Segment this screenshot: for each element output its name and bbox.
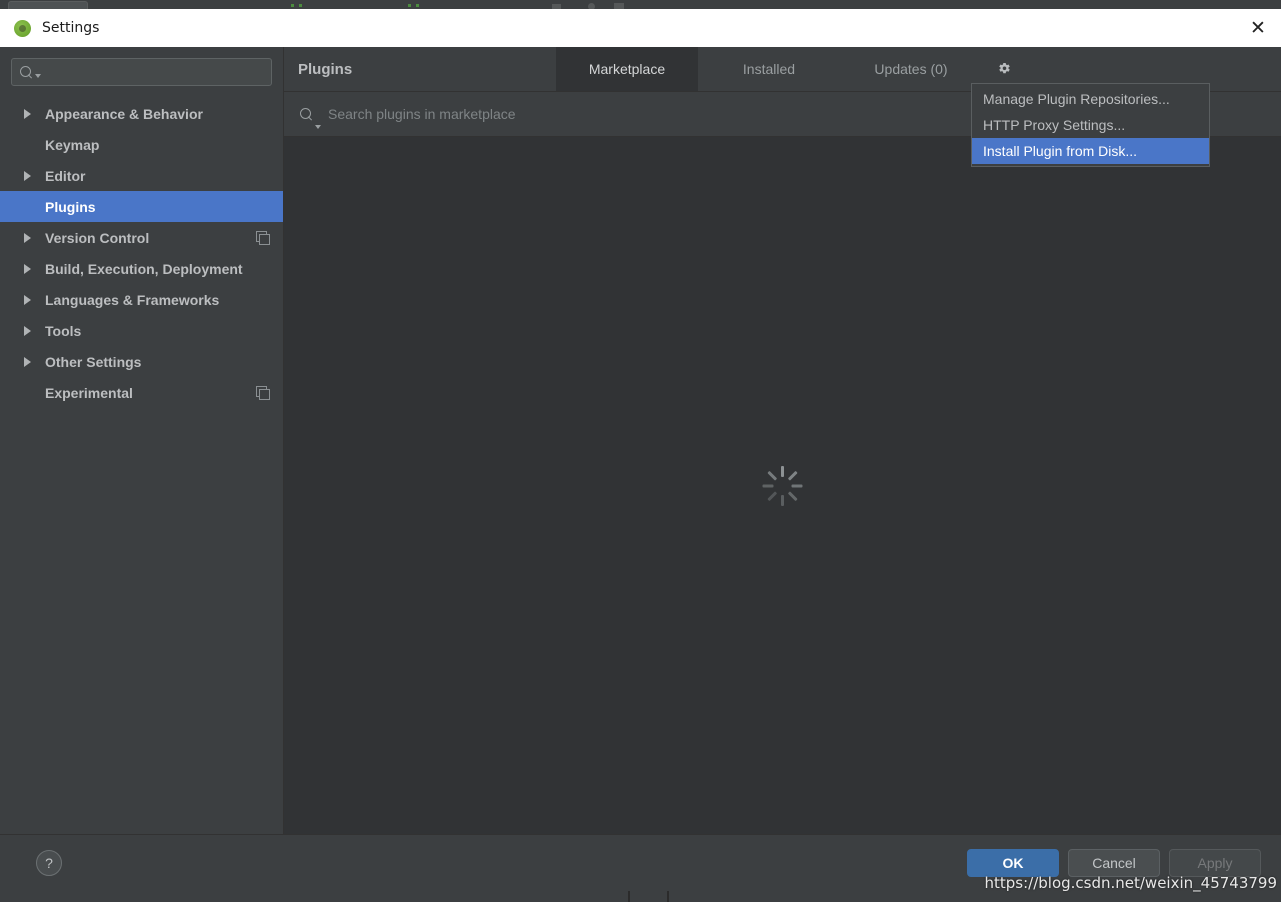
sidebar-item-label: Appearance & Behavior — [45, 105, 203, 122]
settings-tree: Appearance & Behavior Keymap Editor Plugins… — [0, 94, 283, 834]
expand-arrow-icon[interactable] — [24, 294, 31, 305]
tabs-container: Marketplace Installed Updates (0) — [556, 47, 982, 91]
help-button[interactable]: ? — [36, 850, 62, 876]
sidebar-search-container — [0, 47, 283, 94]
sidebar-item-label: Version Control — [45, 229, 150, 246]
sidebar-item-build-execution-deployment[interactable]: Build, Execution, Deployment — [0, 253, 283, 284]
apply-button: Apply — [1169, 849, 1261, 877]
tab-label: Marketplace — [588, 61, 666, 77]
spinner-blade — [767, 470, 778, 481]
sidebar-item-appearance-behavior[interactable]: Appearance & Behavior — [0, 98, 283, 129]
spinner-blade — [781, 465, 784, 477]
sidebar-item-tools[interactable]: Tools — [0, 315, 283, 346]
sidebar-item-editor[interactable]: Editor — [0, 160, 283, 191]
expand-arrow-icon[interactable] — [24, 325, 31, 336]
sidebar-item-keymap[interactable]: Keymap — [0, 129, 283, 160]
dialog-title-bar: Settings ✕ — [0, 9, 1281, 47]
chevron-down-icon — [35, 74, 41, 78]
sidebar-item-plugins[interactable]: Plugins — [0, 191, 283, 222]
ide-status-divider — [628, 890, 630, 902]
spinner-blade — [781, 494, 784, 506]
plugin-settings-menu: Manage Plugin Repositories... HTTP Proxy … — [971, 83, 1210, 167]
sidebar-item-label: Experimental — [45, 384, 133, 401]
project-settings-icon — [256, 231, 270, 245]
sidebar-item-label: Other Settings — [45, 353, 142, 370]
ide-toolbar-marker — [416, 4, 419, 7]
ok-button[interactable]: OK — [967, 849, 1059, 877]
ide-status-bar — [0, 890, 1281, 902]
settings-search-input[interactable] — [47, 64, 263, 80]
expand-arrow-icon[interactable] — [24, 108, 31, 119]
menu-item-manage-plugin-repositories[interactable]: Manage Plugin Repositories... — [972, 86, 1209, 112]
expand-arrow-icon[interactable] — [24, 356, 31, 367]
search-icon — [300, 107, 313, 121]
ide-toolbar-marker — [408, 4, 411, 7]
spinner-blade — [787, 490, 798, 501]
cancel-button[interactable]: Cancel — [1068, 849, 1160, 877]
tab-installed[interactable]: Installed — [698, 47, 840, 91]
chevron-down-icon — [315, 125, 321, 129]
expand-arrow-icon[interactable] — [24, 170, 31, 181]
marketplace-search-placeholder: Search plugins in marketplace — [328, 106, 516, 122]
sidebar-item-label: Build, Execution, Deployment — [45, 260, 243, 277]
android-studio-icon — [14, 19, 31, 37]
ide-toolbar-marker — [299, 4, 302, 7]
tab-updates-0[interactable]: Updates (0) — [840, 47, 982, 91]
tab-label: Installed — [742, 61, 796, 77]
dialog-title: Settings — [42, 20, 100, 36]
page-title: Plugins — [298, 60, 353, 78]
ide-status-divider — [667, 890, 669, 902]
sidebar-item-experimental[interactable]: Experimental — [0, 377, 283, 408]
project-settings-icon — [256, 386, 270, 400]
menu-item-http-proxy-settings[interactable]: HTTP Proxy Settings... — [972, 112, 1209, 138]
dialog-footer: ? OK Cancel Apply — [0, 834, 1281, 891]
search-icon — [20, 65, 33, 79]
ide-toolbar-marker — [291, 4, 294, 7]
settings-sidebar: Appearance & Behavior Keymap Editor Plugins… — [0, 47, 284, 834]
sidebar-item-label: Keymap — [45, 136, 100, 153]
sidebar-item-version-control[interactable]: Version Control — [0, 222, 283, 253]
loading-spinner — [762, 465, 804, 507]
plugin-list-area — [284, 137, 1281, 834]
expand-arrow-icon[interactable] — [24, 263, 31, 274]
close-icon[interactable]: ✕ — [1235, 9, 1281, 47]
sidebar-item-other-settings[interactable]: Other Settings — [0, 346, 283, 377]
spinner-blade — [767, 490, 778, 501]
spinner-blade — [787, 470, 798, 481]
spinner-blade — [791, 484, 803, 487]
sidebar-item-languages-frameworks[interactable]: Languages & Frameworks — [0, 284, 283, 315]
dialog-action-buttons: OK Cancel Apply — [967, 849, 1261, 877]
sidebar-item-label: Editor — [45, 167, 86, 184]
menu-item-install-plugin-from-disk[interactable]: Install Plugin from Disk... — [972, 138, 1209, 164]
expand-arrow-icon[interactable] — [24, 232, 31, 243]
sidebar-item-label: Languages & Frameworks — [45, 291, 220, 308]
sidebar-item-label: Tools — [45, 322, 82, 339]
tab-marketplace[interactable]: Marketplace — [556, 47, 698, 91]
tab-label: Updates (0) — [874, 61, 948, 77]
spinner-blade — [762, 484, 774, 487]
gear-icon — [997, 62, 1012, 77]
sidebar-item-label: Plugins — [45, 198, 96, 215]
sidebar-search-box[interactable] — [11, 58, 272, 86]
